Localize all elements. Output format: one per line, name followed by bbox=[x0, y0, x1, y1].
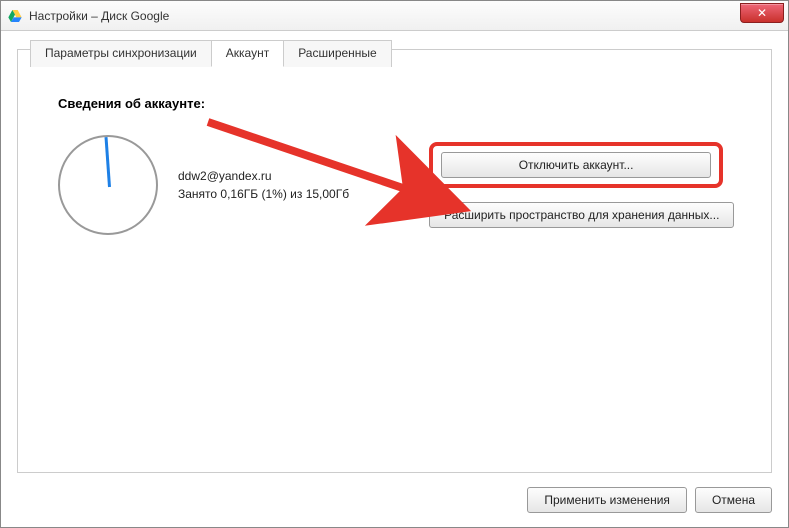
google-drive-icon bbox=[7, 8, 23, 24]
annotation-highlight: Отключить аккаунт... bbox=[429, 142, 723, 188]
tab-sync[interactable]: Параметры синхронизации bbox=[30, 40, 212, 67]
content-area: Параметры синхронизации Аккаунт Расширен… bbox=[1, 31, 788, 527]
apply-button[interactable]: Применить изменения bbox=[527, 487, 687, 513]
panel-body: Сведения об аккаунте: ddw2@yandex.ru Зан… bbox=[18, 50, 771, 255]
close-button[interactable]: ✕ bbox=[740, 3, 784, 23]
cancel-button[interactable]: Отмена bbox=[695, 487, 772, 513]
account-text: ddw2@yandex.ru Занято 0,16ГБ (1%) из 15,… bbox=[178, 167, 349, 203]
account-actions-col: Отключить аккаунт... Расширить пространс… bbox=[389, 96, 741, 235]
expand-storage-button[interactable]: Расширить пространство для хранения данн… bbox=[429, 202, 734, 228]
window-title: Настройки – Диск Google bbox=[29, 9, 169, 23]
tab-advanced[interactable]: Расширенные bbox=[283, 40, 392, 67]
settings-panel: Параметры синхронизации Аккаунт Расширен… bbox=[17, 49, 772, 473]
storage-pie-chart bbox=[58, 135, 158, 235]
storage-line: Занято 0,16ГБ (1%) из 15,00Гб bbox=[178, 185, 349, 203]
account-row: ddw2@yandex.ru Занято 0,16ГБ (1%) из 15,… bbox=[58, 135, 349, 235]
close-icon: ✕ bbox=[757, 6, 767, 20]
dialog-footer: Применить изменения Отмена bbox=[527, 487, 772, 513]
window-titlebar: Настройки – Диск Google ✕ bbox=[1, 1, 788, 31]
account-heading: Сведения об аккаунте: bbox=[58, 96, 349, 111]
disconnect-account-button[interactable]: Отключить аккаунт... bbox=[441, 152, 711, 178]
tab-account[interactable]: Аккаунт bbox=[211, 40, 284, 67]
pie-used-slice bbox=[105, 137, 111, 187]
tab-bar: Параметры синхронизации Аккаунт Расширен… bbox=[30, 40, 391, 67]
account-info-col: Сведения об аккаунте: ddw2@yandex.ru Зан… bbox=[58, 96, 349, 235]
account-email: ddw2@yandex.ru bbox=[178, 167, 349, 185]
